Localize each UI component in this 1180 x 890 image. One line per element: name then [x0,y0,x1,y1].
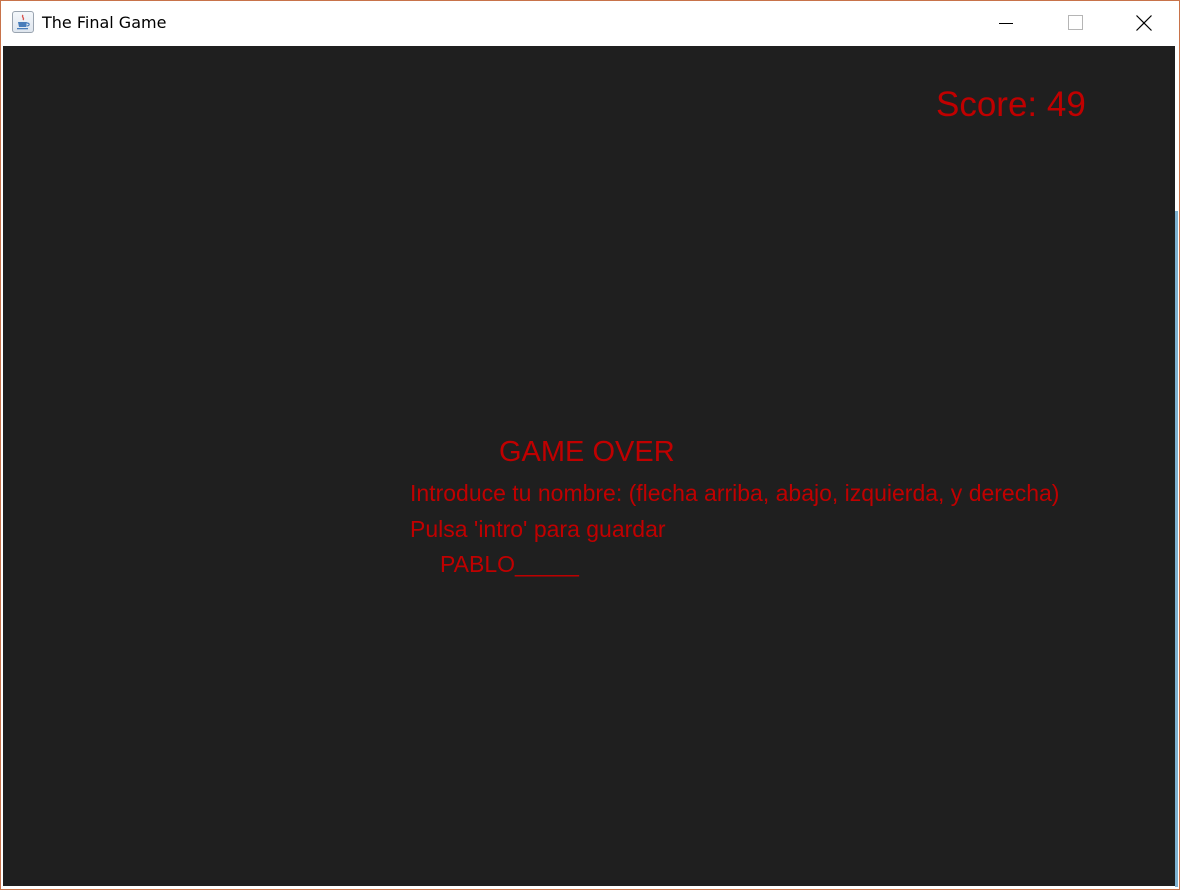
name-entry-field[interactable]: PABLO_____ [440,550,579,578]
java-cup-icon [12,11,34,33]
title-bar[interactable]: The Final Game [1,1,1179,45]
minimize-button[interactable] [971,1,1041,45]
score-value: 49 [1046,85,1086,124]
save-prompt: Pulsa 'intro' para guardar [410,516,666,542]
window-edge [1175,211,1178,887]
game-window: The Final Game Score: 49 GAME OVER Intro… [0,0,1180,890]
score-display: Score: 49 [936,84,1086,126]
name-prompt: Introduce tu nombre: (flecha arriba, aba… [410,480,1060,506]
window-title: The Final Game [42,13,167,32]
game-canvas[interactable]: Score: 49 GAME OVER Introduce tu nombre:… [3,46,1175,886]
maximize-button[interactable] [1041,1,1111,45]
game-over-heading: GAME OVER [499,436,675,468]
score-label: Score: [936,85,1038,124]
maximize-icon [1068,15,1083,30]
close-button[interactable] [1109,1,1179,45]
minimize-icon [999,23,1013,24]
close-icon [1136,15,1152,31]
